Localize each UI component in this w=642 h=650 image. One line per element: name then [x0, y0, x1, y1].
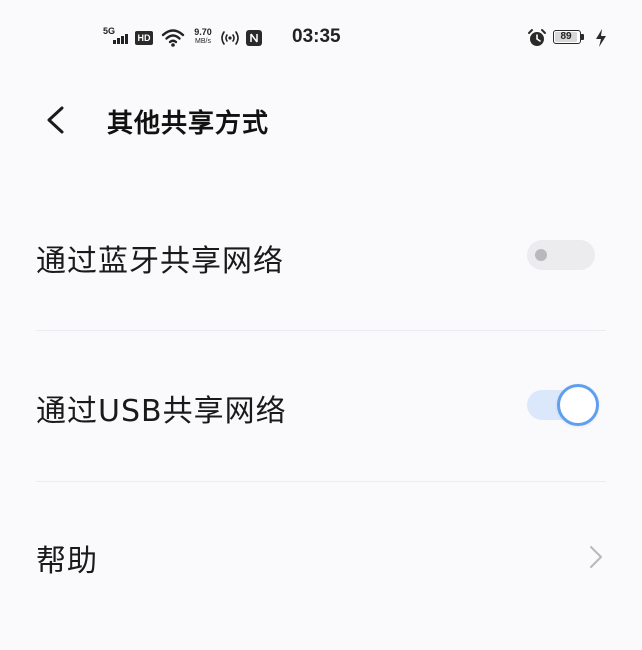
- bluetooth-tethering-toggle[interactable]: [527, 240, 595, 270]
- bluetooth-tethering-label: 通过蓝牙共享网络: [36, 244, 284, 279]
- wifi-icon: [161, 28, 185, 48]
- header: 其他共享方式: [0, 92, 642, 148]
- page-title: 其他共享方式: [107, 109, 270, 139]
- toggle-knob: [535, 249, 547, 261]
- hotspot-icon: [220, 30, 240, 46]
- charging-icon: [595, 28, 607, 48]
- chevron-right-icon: [588, 544, 604, 570]
- battery-icon: 89: [553, 30, 585, 46]
- alarm-icon: [527, 28, 547, 48]
- hd-voice-icon: HD: [135, 31, 153, 45]
- chevron-left-icon: [47, 106, 64, 134]
- battery-level: 89: [555, 32, 577, 42]
- cellular-signal-icon: 5G: [103, 26, 131, 50]
- network-speed: 9.70 MB/s: [194, 27, 212, 45]
- usb-tethering-label: 通过USB共享网络: [36, 394, 287, 429]
- status-bar: 5G HD 9.70 MB/s 03:35 89: [0, 22, 642, 56]
- status-time: 03:35: [292, 26, 341, 47]
- help-label: 帮助: [36, 544, 98, 579]
- toggle-knob: [557, 384, 599, 426]
- nfc-icon: [246, 30, 262, 46]
- settings-page: 5G HD 9.70 MB/s 03:35 89 其他共享方式 通过蓝牙共享网络…: [0, 0, 642, 650]
- bluetooth-tethering-row[interactable]: 通过蓝牙共享网络: [0, 182, 642, 332]
- help-row[interactable]: 帮助: [0, 482, 642, 632]
- usb-tethering-row[interactable]: 通过USB共享网络: [0, 331, 642, 481]
- back-button[interactable]: [34, 98, 78, 142]
- usb-tethering-toggle[interactable]: [527, 383, 599, 427]
